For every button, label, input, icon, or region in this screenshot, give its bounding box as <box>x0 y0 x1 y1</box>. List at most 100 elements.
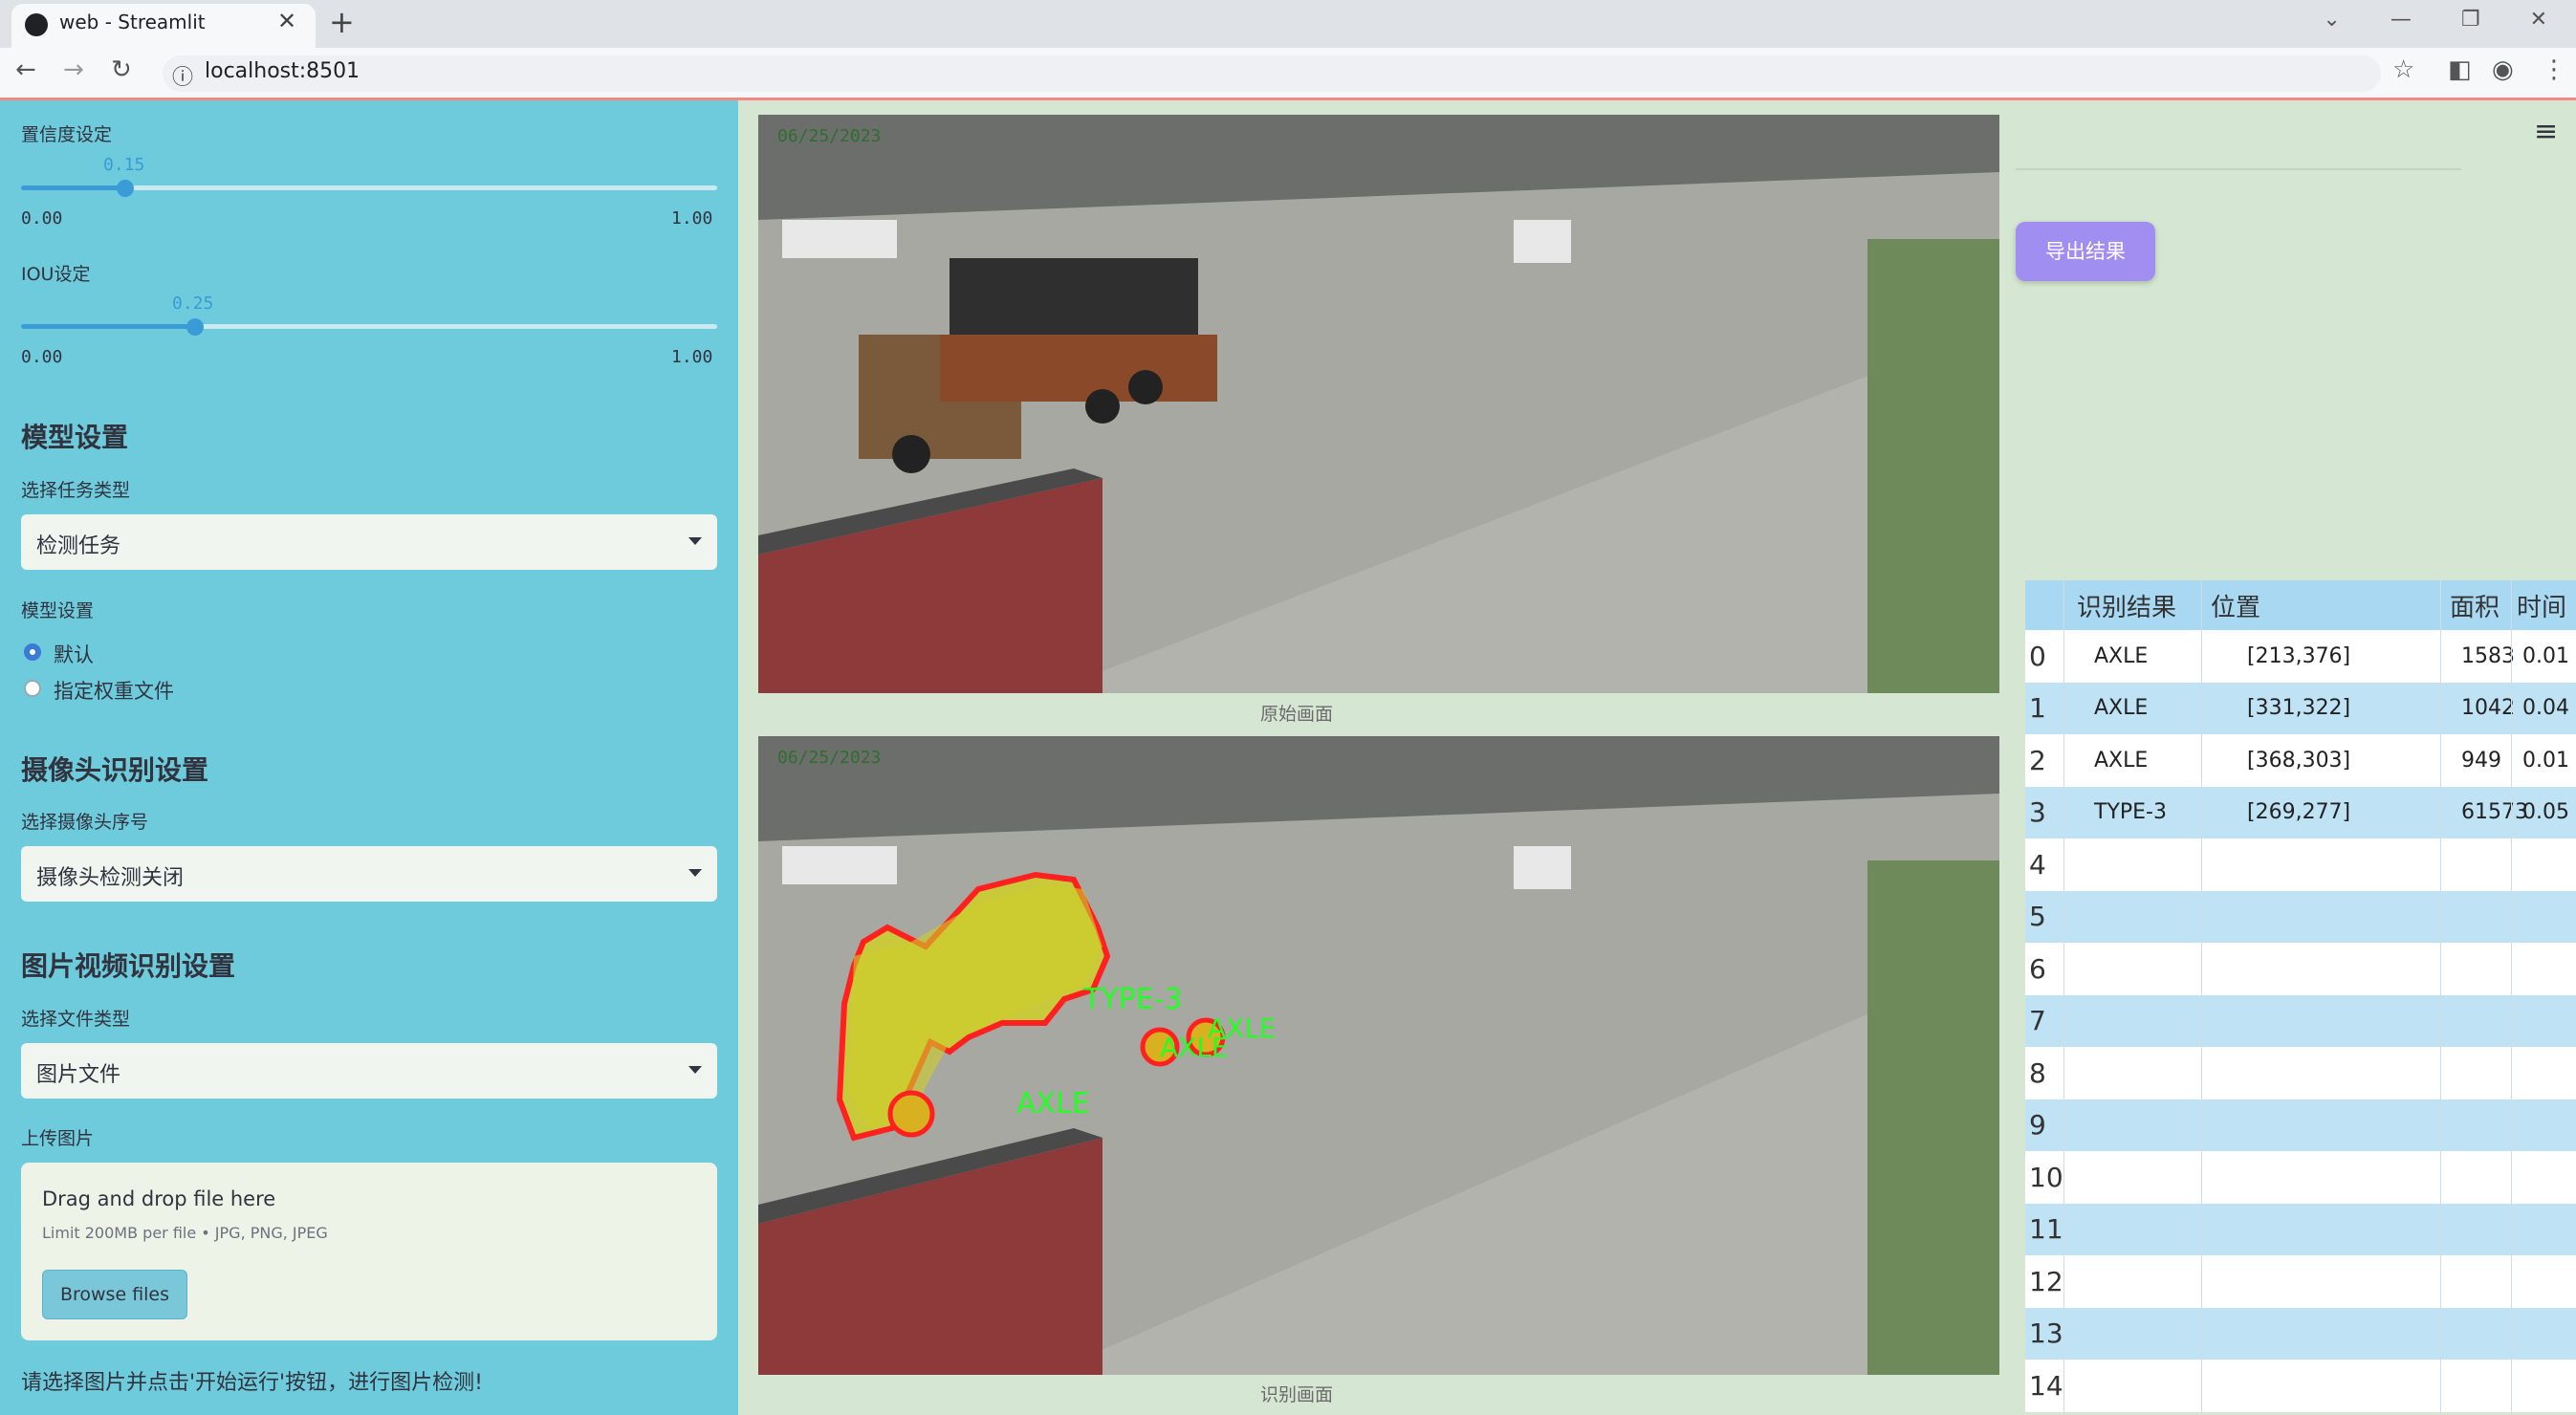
detected-caption: 识别画面 <box>1260 1384 1334 1405</box>
table-row[interactable]: 13 <box>2025 1307 2576 1360</box>
url-text[interactable]: localhost:8501 <box>205 59 360 83</box>
bookmark-star-icon[interactable]: ☆ <box>2392 55 2414 84</box>
row-index: 13 <box>2029 1317 2063 1350</box>
streamlit-favicon-icon <box>25 13 48 36</box>
table-row[interactable]: 10 <box>2025 1151 2576 1204</box>
camera-select[interactable]: 摄像头检测关闭 <box>21 846 717 902</box>
iou-min: 0.00 <box>21 347 63 367</box>
header-position[interactable]: 位置 <box>2211 580 2260 630</box>
table-body: 0 AXLE [213,376] 1583 0.01 1 AXLE [331,322] 1042… <box>2025 630 2576 1412</box>
original-image: 06/25/2023 <box>758 115 1999 693</box>
table-row[interactable]: 11 <box>2025 1203 2576 1255</box>
table-row[interactable]: 12 <box>2025 1255 2576 1308</box>
divider <box>2016 168 2461 170</box>
header-time[interactable]: 时间 <box>2517 580 2566 630</box>
row-index: 7 <box>2029 1005 2046 1037</box>
table-row[interactable]: 1 AXLE [331,322] 1042 0.04 <box>2025 682 2576 734</box>
export-results-button[interactable]: 导出结果 <box>2016 222 2155 281</box>
model-settings-label: 模型设置 <box>21 600 95 621</box>
site-info-icon[interactable]: ⓘ <box>172 60 193 91</box>
cell-time: 0.05 <box>2522 800 2569 825</box>
confidence-value: 0.15 <box>103 155 145 175</box>
column-divider <box>2511 580 2512 1415</box>
close-window-icon[interactable]: ✕ <box>2530 8 2547 32</box>
profile-icon[interactable]: ◉ <box>2492 55 2514 84</box>
minimize-icon[interactable]: — <box>2390 8 2412 32</box>
cell-area: 1583 <box>2461 643 2515 668</box>
table-row[interactable]: 6 <box>2025 943 2576 995</box>
restore-icon[interactable]: ❐ <box>2461 8 2480 32</box>
tab-title: web - Streamlit <box>59 11 206 33</box>
table-row[interactable]: 7 <box>2025 994 2576 1047</box>
results-table: 识别结果 位置 面积 时间 0 AXLE [213,376] 1583 0.01 1 AXL… <box>2025 580 2576 1412</box>
table-row[interactable]: 0 AXLE [213,376] 1583 0.01 <box>2025 630 2576 683</box>
confidence-slider-thumb[interactable] <box>117 180 134 197</box>
table-row[interactable]: 4 <box>2025 838 2576 891</box>
iou-value: 0.25 <box>172 294 214 314</box>
row-index: 11 <box>2029 1213 2063 1246</box>
iou-slider-fill <box>21 324 195 329</box>
table-row[interactable]: 14 <box>2025 1360 2576 1412</box>
file-type-label: 选择文件类型 <box>21 1009 131 1030</box>
browser-menu-icon[interactable]: ⋮ <box>2542 55 2566 84</box>
confidence-max: 1.00 <box>671 208 713 229</box>
column-divider <box>2063 580 2064 1415</box>
camera-index-label: 选择摄像头序号 <box>21 812 149 833</box>
radio-custom-weights-label: 指定权重文件 <box>54 680 174 703</box>
back-icon[interactable]: ← <box>15 55 36 84</box>
model-settings-header: 模型设置 <box>21 422 129 453</box>
row-index: 14 <box>2029 1369 2063 1402</box>
forward-icon[interactable]: → <box>63 55 84 84</box>
camera-value: 摄像头检测关闭 <box>36 866 185 890</box>
table-row[interactable]: 9 <box>2025 1099 2576 1151</box>
cell-result: AXLE <box>2094 643 2149 668</box>
radio-custom-weights[interactable] <box>24 680 41 697</box>
row-index: 2 <box>2029 744 2046 776</box>
iou-max: 1.00 <box>671 347 713 367</box>
header-area[interactable]: 面积 <box>2450 580 2500 630</box>
table-row[interactable]: 2 AXLE [368,303] 949 0.01 <box>2025 734 2576 787</box>
address-bar[interactable] <box>163 55 2381 92</box>
chevron-down-icon <box>688 1066 702 1074</box>
table-row[interactable]: 8 <box>2025 1047 2576 1099</box>
cell-position: [213,376] <box>2247 643 2351 668</box>
row-index: 4 <box>2029 848 2046 881</box>
browse-files-button[interactable]: Browse files <box>42 1270 187 1319</box>
file-type-value: 图片文件 <box>36 1063 121 1087</box>
cell-position: [269,277] <box>2247 800 2351 825</box>
cell-area: 1042 <box>2461 696 2515 721</box>
side-panel-icon[interactable]: ◧ <box>2448 55 2472 84</box>
original-caption: 原始画面 <box>1260 704 1334 725</box>
detected-image: 06/25/2023 TYPE-3 AXLE AXLE AXLE <box>758 736 1999 1375</box>
radio-default-label: 默认 <box>54 643 94 666</box>
row-index: 8 <box>2029 1056 2046 1089</box>
header-result[interactable]: 识别结果 <box>2077 580 2176 630</box>
browser-tab-bar <box>0 0 2576 48</box>
upload-label: 上传图片 <box>21 1128 95 1149</box>
table-row[interactable]: 3 TYPE-3 [269,277] 61573 0.05 <box>2025 786 2576 838</box>
confidence-slider-fill <box>21 185 125 190</box>
tab-search-icon[interactable]: ⌄ <box>2323 8 2340 32</box>
new-tab-icon[interactable]: + <box>329 4 355 40</box>
window-controls: ⌄ — ❐ ✕ <box>2323 8 2547 32</box>
cell-time: 0.01 <box>2522 748 2569 773</box>
hamburger-menu-icon[interactable]: ≡ <box>2534 115 2558 148</box>
file-type-select[interactable]: 图片文件 <box>21 1043 717 1099</box>
cell-time: 0.01 <box>2522 643 2569 668</box>
chevron-down-icon <box>688 537 702 545</box>
chevron-down-icon <box>688 869 702 877</box>
cell-position: [331,322] <box>2247 696 2351 721</box>
iou-slider-thumb[interactable] <box>186 318 204 336</box>
table-row[interactable]: 5 <box>2025 890 2576 943</box>
task-type-select[interactable]: 检测任务 <box>21 514 717 570</box>
radio-default[interactable] <box>24 643 41 661</box>
iou-label: IOU设定 <box>21 264 91 285</box>
uploader-limit: Limit 200MB per file • JPG, PNG, JPEG <box>42 1224 328 1242</box>
confidence-min: 0.00 <box>21 208 63 229</box>
file-uploader-dropzone[interactable]: Drag and drop file here Limit 200MB per … <box>21 1163 717 1340</box>
uploader-title: Drag and drop file here <box>42 1187 276 1210</box>
camera-settings-header: 摄像头识别设置 <box>21 754 209 786</box>
reload-icon[interactable]: ↻ <box>111 55 132 84</box>
tab-close-icon[interactable]: ✕ <box>277 8 296 34</box>
cell-result: AXLE <box>2094 696 2149 721</box>
